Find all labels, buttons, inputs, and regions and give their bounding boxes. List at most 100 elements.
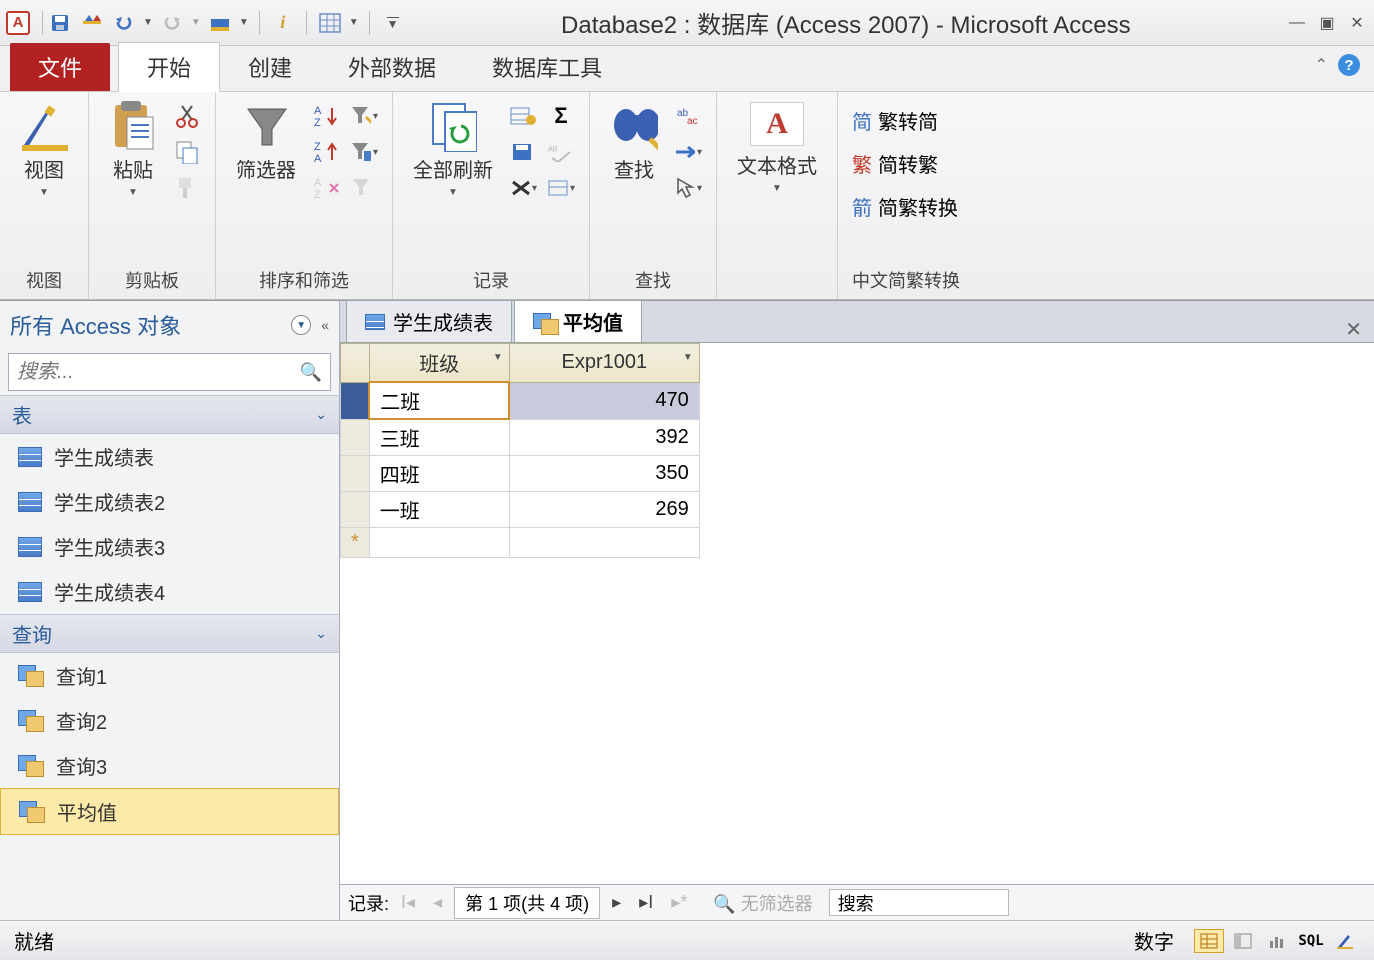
datasheet-view-button[interactable] bbox=[1194, 929, 1224, 953]
new-record-nav-button[interactable]: ▸* bbox=[665, 892, 693, 913]
nav-section-queries[interactable]: 查询⌄ bbox=[0, 614, 339, 653]
chinese-convert-button[interactable]: 箭简繁转换 bbox=[852, 190, 958, 223]
view-button[interactable]: 视图 ▼ bbox=[14, 98, 74, 202]
nav-query-item[interactable]: 平均值 bbox=[0, 788, 339, 835]
cell[interactable]: 269 bbox=[509, 492, 699, 528]
spelling-icon[interactable]: ᴬᴮ bbox=[547, 138, 575, 166]
tab-dbtools[interactable]: 数据库工具 bbox=[464, 43, 630, 91]
to-simplified-button[interactable]: 简繁转简 bbox=[852, 104, 938, 137]
cut-icon[interactable] bbox=[173, 102, 201, 130]
maximize-button[interactable]: ▣ bbox=[1316, 13, 1338, 33]
qat-info-icon[interactable]: i bbox=[270, 10, 296, 36]
delete-record-icon[interactable]: ▾ bbox=[509, 174, 537, 202]
sql-view-button[interactable]: SQL bbox=[1296, 929, 1326, 953]
paste-button[interactable]: 粘贴 ▼ bbox=[103, 98, 163, 202]
to-traditional-button[interactable]: 繁简转繁 bbox=[852, 147, 938, 180]
filter-button[interactable]: 筛选器 bbox=[230, 98, 302, 187]
cell[interactable]: 二班 bbox=[369, 382, 509, 419]
row-selector[interactable] bbox=[341, 382, 370, 419]
nav-table-item[interactable]: 学生成绩表2 bbox=[0, 479, 339, 524]
last-record-button[interactable]: ▸I bbox=[633, 892, 659, 913]
cell[interactable]: 一班 bbox=[369, 492, 509, 528]
nav-query-item[interactable]: 查询1 bbox=[0, 653, 339, 698]
save-icon[interactable] bbox=[47, 10, 73, 36]
minimize-ribbon-icon[interactable]: ⌃ bbox=[1315, 55, 1328, 75]
cell[interactable] bbox=[509, 528, 699, 558]
minimize-button[interactable]: — bbox=[1286, 13, 1308, 33]
nav-table-item[interactable]: 学生成绩表3 bbox=[0, 524, 339, 569]
first-record-button[interactable]: I◂ bbox=[395, 892, 421, 913]
nav-table-item[interactable]: 学生成绩表4 bbox=[0, 569, 339, 614]
close-button[interactable]: ✕ bbox=[1346, 13, 1368, 33]
text-format-button[interactable]: A 文本格式 ▼ bbox=[731, 98, 823, 198]
nav-search[interactable]: 🔍 bbox=[8, 353, 331, 391]
sort-asc-icon[interactable]: AZ bbox=[312, 102, 340, 130]
undo-dropdown[interactable]: ▼ bbox=[143, 17, 153, 28]
datasheet-grid[interactable]: 班级▼ Expr1001▼ 二班 470 三班 392 四班 350 bbox=[340, 343, 1374, 884]
more-records-icon[interactable]: ▾ bbox=[547, 174, 575, 202]
row-selector[interactable] bbox=[341, 419, 370, 456]
qat-icon-2[interactable] bbox=[79, 10, 105, 36]
advanced-filter-icon[interactable]: ▾ bbox=[350, 138, 378, 166]
tab-file[interactable]: 文件 bbox=[10, 43, 110, 91]
row-selector[interactable] bbox=[341, 456, 370, 492]
nav-query-item[interactable]: 查询3 bbox=[0, 743, 339, 788]
cell[interactable]: 392 bbox=[509, 419, 699, 456]
sort-desc-icon[interactable]: ZA bbox=[312, 138, 340, 166]
doc-tab-table[interactable]: 学生成绩表 bbox=[346, 300, 512, 342]
totals-icon[interactable]: Σ bbox=[547, 102, 575, 130]
clear-sort-icon[interactable]: AZ bbox=[312, 174, 340, 202]
new-record-row[interactable]: * bbox=[341, 528, 700, 558]
table-row[interactable]: 二班 470 bbox=[341, 382, 700, 419]
table-row[interactable]: 四班 350 bbox=[341, 456, 700, 492]
close-tab-icon[interactable]: ✕ bbox=[1345, 317, 1362, 342]
qat-customize-icon[interactable]: ▼ bbox=[380, 10, 406, 36]
doc-tab-query[interactable]: 平均值 bbox=[514, 300, 642, 342]
qat-table-icon[interactable] bbox=[317, 10, 343, 36]
cell[interactable]: 350 bbox=[509, 456, 699, 492]
toggle-filter-icon[interactable] bbox=[350, 174, 378, 202]
replace-icon[interactable]: abac bbox=[674, 102, 702, 130]
search-input[interactable] bbox=[17, 361, 300, 384]
undo-icon[interactable] bbox=[111, 10, 137, 36]
redo-dropdown[interactable]: ▼ bbox=[191, 17, 201, 28]
qat-db-dropdown[interactable]: ▼ bbox=[239, 17, 249, 28]
tab-home[interactable]: 开始 bbox=[118, 42, 220, 92]
nav-section-tables[interactable]: 表⌄ bbox=[0, 395, 339, 434]
selection-filter-icon[interactable]: ▾ bbox=[350, 102, 378, 130]
tab-create[interactable]: 创建 bbox=[220, 43, 320, 91]
copy-icon[interactable] bbox=[173, 138, 201, 166]
search-icon[interactable]: 🔍 bbox=[300, 362, 322, 383]
prev-record-button[interactable]: ◂ bbox=[427, 892, 448, 913]
cell[interactable]: 三班 bbox=[369, 419, 509, 456]
find-button[interactable]: 查找 bbox=[604, 98, 664, 187]
design-view-button[interactable] bbox=[1330, 929, 1360, 953]
refresh-all-button[interactable]: 全部刷新 ▼ bbox=[407, 98, 499, 202]
goto-icon[interactable]: ▾ bbox=[674, 138, 702, 166]
next-record-button[interactable]: ▸ bbox=[606, 892, 627, 913]
nav-query-item[interactable]: 查询2 bbox=[0, 698, 339, 743]
nav-table-item[interactable]: 学生成绩表 bbox=[0, 434, 339, 479]
select-all-cell[interactable] bbox=[341, 344, 370, 383]
nav-collapse-icon[interactable]: « bbox=[321, 317, 329, 333]
table-row[interactable]: 三班 392 bbox=[341, 419, 700, 456]
cell[interactable] bbox=[369, 528, 509, 558]
new-record-selector[interactable]: * bbox=[341, 528, 370, 558]
nav-menu-icon[interactable]: ▼ bbox=[291, 315, 311, 335]
pivot-table-view-button[interactable] bbox=[1228, 929, 1258, 953]
help-icon[interactable]: ? bbox=[1338, 54, 1360, 76]
table-row[interactable]: 一班 269 bbox=[341, 492, 700, 528]
save-record-icon[interactable] bbox=[509, 138, 537, 166]
nav-header[interactable]: 所有 Access 对象 ▼ « bbox=[0, 301, 339, 349]
cell[interactable]: 四班 bbox=[369, 456, 509, 492]
row-selector[interactable] bbox=[341, 492, 370, 528]
qat-table-dropdown[interactable]: ▼ bbox=[349, 17, 359, 28]
tab-external[interactable]: 外部数据 bbox=[320, 43, 464, 91]
column-header-class[interactable]: 班级▼ bbox=[369, 344, 509, 383]
cell[interactable]: 470 bbox=[509, 382, 699, 419]
new-record-icon[interactable] bbox=[509, 102, 537, 130]
pivot-chart-view-button[interactable] bbox=[1262, 929, 1292, 953]
record-search-input[interactable] bbox=[829, 889, 1009, 916]
redo-icon[interactable] bbox=[159, 10, 185, 36]
qat-db-icon[interactable] bbox=[207, 10, 233, 36]
